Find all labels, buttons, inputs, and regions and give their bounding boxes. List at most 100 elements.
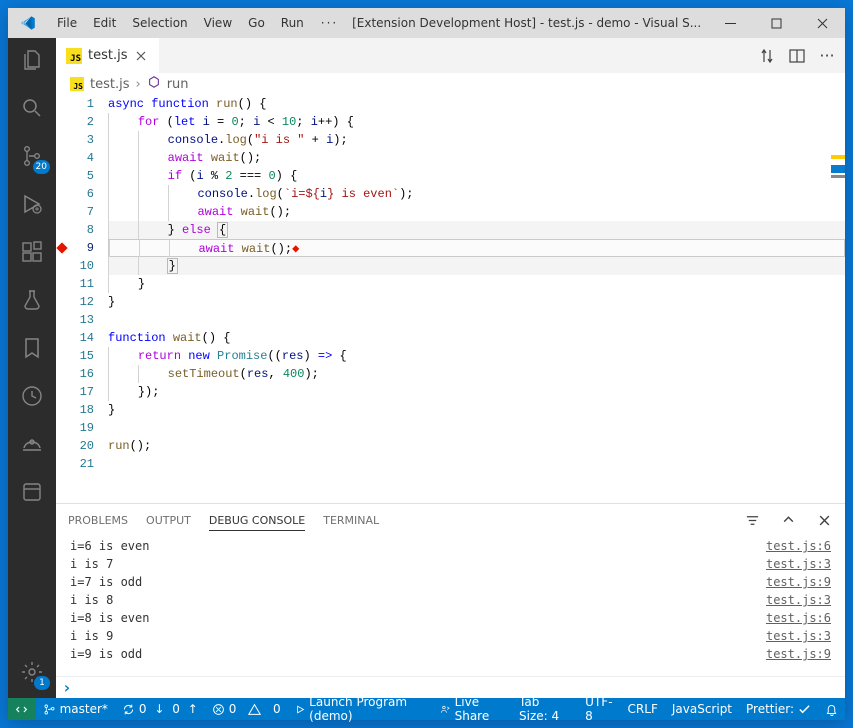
code-line[interactable]: } (108, 257, 845, 275)
panel-close-icon[interactable] (815, 514, 833, 527)
code-line[interactable]: }); (108, 383, 845, 401)
project-icon[interactable] (8, 470, 56, 518)
console-source-link[interactable]: test.js:9 (766, 573, 831, 591)
settings-gear-icon[interactable]: 1 (8, 650, 56, 698)
remote-explorer-icon[interactable] (8, 422, 56, 470)
breakpoint-gutter[interactable] (56, 95, 68, 503)
line-number[interactable]: 3 (68, 131, 94, 149)
code-line[interactable]: function wait() { (108, 329, 845, 347)
line-number[interactable]: 15 (68, 347, 94, 365)
tab-test-js[interactable]: JS test.js (56, 38, 160, 73)
code-content[interactable]: async function run() { for (let i = 0; i… (102, 95, 845, 503)
debug-console-output[interactable]: i=6 is eventest.js:6i is 7test.js:3i=7 i… (56, 537, 845, 676)
menu-go[interactable]: Go (241, 8, 272, 38)
console-source-link[interactable]: test.js:9 (766, 645, 831, 663)
compare-changes-icon[interactable] (759, 48, 775, 64)
line-number[interactable]: 6 (68, 185, 94, 203)
explorer-icon[interactable] (8, 38, 56, 86)
menu-run[interactable]: Run (274, 8, 311, 38)
testing-icon[interactable] (8, 278, 56, 326)
code-line[interactable]: } (108, 275, 845, 293)
panel-filter-icon[interactable] (743, 513, 761, 528)
line-number[interactable]: 18 (68, 401, 94, 419)
status-launch[interactable]: Launch Program (demo) (288, 698, 434, 720)
breadcrumbs[interactable]: JS test.js › run (56, 73, 845, 95)
code-line[interactable]: run(); (108, 437, 845, 455)
menu-edit[interactable]: Edit (86, 8, 123, 38)
debug-console-input[interactable]: › (56, 676, 845, 698)
console-source-link[interactable]: test.js:3 (766, 591, 831, 609)
console-source-link[interactable]: test.js:6 (766, 609, 831, 627)
code-line[interactable]: } (108, 293, 845, 311)
source-control-icon[interactable]: 20 (8, 134, 56, 182)
code-line[interactable] (108, 455, 845, 473)
status-language[interactable]: JavaScript (665, 698, 739, 720)
code-line[interactable]: for (let i = 0; i < 10; i++) { (108, 113, 845, 131)
code-line[interactable]: console.log("i is " + i); (108, 131, 845, 149)
line-number[interactable]: 5 (68, 167, 94, 185)
line-number[interactable]: 2 (68, 113, 94, 131)
line-number[interactable]: 13 (68, 311, 94, 329)
panel-tab-debug-console[interactable]: DEBUG CONSOLE (209, 511, 305, 531)
line-number[interactable]: 8 (68, 221, 94, 239)
status-tab-size[interactable]: Tab Size: 4 (512, 698, 578, 720)
panel-tab-output[interactable]: OUTPUT (146, 511, 191, 530)
panel-tab-terminal[interactable]: TERMINAL (323, 511, 379, 530)
menu-selection[interactable]: Selection (125, 8, 194, 38)
panel-collapse-icon[interactable] (779, 514, 797, 527)
line-number-gutter[interactable]: 123456789101112131415161718192021 (68, 95, 102, 503)
run-debug-icon[interactable] (8, 182, 56, 230)
line-number[interactable]: 21 (68, 455, 94, 473)
menu-overflow[interactable]: ··· (313, 8, 346, 38)
status-branch[interactable]: master* (36, 698, 115, 720)
bookmarks-icon[interactable] (8, 326, 56, 374)
maximize-button[interactable] (753, 8, 799, 38)
code-line[interactable]: await wait(); (108, 149, 845, 167)
menu-view[interactable]: View (197, 8, 239, 38)
extensions-icon[interactable] (8, 230, 56, 278)
line-number[interactable]: 4 (68, 149, 94, 167)
line-number[interactable]: 19 (68, 419, 94, 437)
status-liveshare[interactable]: Live Share (433, 698, 512, 720)
timeline-icon[interactable] (8, 374, 56, 422)
search-icon[interactable] (8, 86, 56, 134)
status-problems[interactable]: 0 0 (205, 698, 288, 720)
close-button[interactable] (799, 8, 845, 38)
breadcrumb-symbol[interactable]: run (167, 77, 189, 92)
status-prettier[interactable]: Prettier: (739, 698, 818, 720)
code-line[interactable]: } (108, 401, 845, 419)
console-source-link[interactable]: test.js:6 (766, 537, 831, 555)
minimize-button[interactable] (707, 8, 753, 38)
editor-overflow-icon[interactable]: ··· (819, 48, 835, 64)
code-line[interactable]: console.log(`i=${i} is even`); (108, 185, 845, 203)
remote-indicator[interactable] (8, 698, 36, 720)
status-encoding[interactable]: UTF-8 (578, 698, 620, 720)
panel-tab-problems[interactable]: PROBLEMS (68, 511, 128, 530)
status-notifications-icon[interactable] (818, 698, 845, 720)
code-line[interactable]: } else { (108, 221, 845, 239)
line-number[interactable]: 14 (68, 329, 94, 347)
console-source-link[interactable]: test.js:3 (766, 627, 831, 645)
code-line[interactable]: return new Promise((res) => { (108, 347, 845, 365)
line-number[interactable]: 12 (68, 293, 94, 311)
line-number[interactable]: 1 (68, 95, 94, 113)
menu-file[interactable]: File (50, 8, 84, 38)
code-line[interactable]: await wait();◆ (108, 239, 845, 257)
code-line[interactable]: async function run() { (108, 95, 845, 113)
code-line[interactable]: setTimeout(res, 400); (108, 365, 845, 383)
line-number[interactable]: 10 (68, 257, 94, 275)
code-editor[interactable]: 123456789101112131415161718192021 async … (56, 95, 845, 503)
code-line[interactable]: await wait(); (108, 203, 845, 221)
console-source-link[interactable]: test.js:3 (766, 555, 831, 573)
split-editor-icon[interactable] (789, 48, 805, 64)
line-number[interactable]: 7 (68, 203, 94, 221)
tab-close-icon[interactable] (133, 48, 149, 64)
line-number[interactable]: 17 (68, 383, 94, 401)
code-line[interactable] (108, 419, 845, 437)
breadcrumb-file[interactable]: test.js (90, 77, 129, 92)
line-number[interactable]: 9 (68, 239, 94, 257)
code-line[interactable] (108, 311, 845, 329)
line-number[interactable]: 11 (68, 275, 94, 293)
line-number[interactable]: 20 (68, 437, 94, 455)
line-number[interactable]: 16 (68, 365, 94, 383)
